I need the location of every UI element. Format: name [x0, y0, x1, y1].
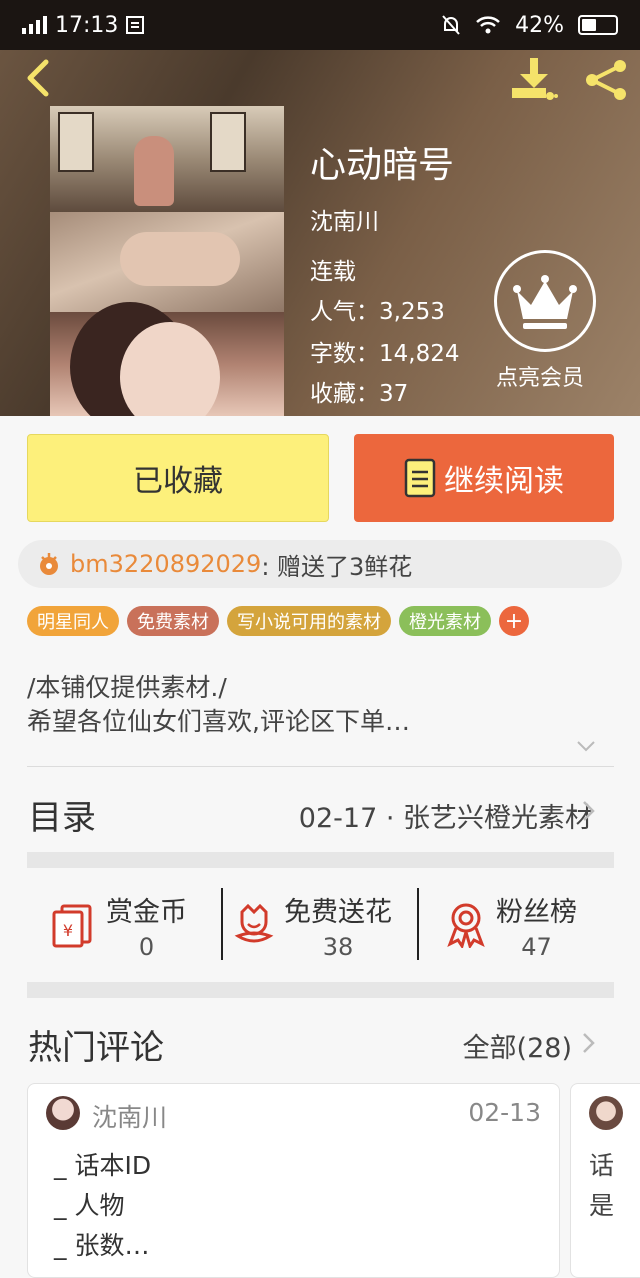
chevron-right-icon[interactable]: [582, 800, 596, 822]
mute-icon: [442, 15, 460, 35]
free-flower-value: 38: [322, 932, 354, 961]
battery-percent: 42%: [515, 12, 564, 38]
book-cover[interactable]: [50, 106, 284, 416]
comment-line: _ 人物: [54, 1191, 125, 1220]
stat-divider: [417, 888, 419, 960]
wifi-icon: [476, 16, 500, 34]
divider: [27, 766, 614, 767]
continue-reading-button[interactable]: 继续阅读: [354, 434, 614, 522]
book-icon: [404, 458, 436, 498]
popularity-stat: 人气：3,253: [310, 299, 445, 325]
status-bar: 17:13 42%: [0, 0, 640, 50]
continue-reading-label: 继续阅读: [444, 464, 564, 499]
all-comments-link[interactable]: 全部(28): [463, 1026, 572, 1065]
section-separator: [27, 982, 614, 998]
comment-date: 02-13: [468, 1098, 541, 1127]
favorites-stat: 收藏：37: [310, 381, 409, 407]
vip-label[interactable]: 点亮会员: [496, 360, 584, 392]
comment-line: _ 话本ID: [54, 1151, 152, 1180]
book-author[interactable]: 沈南川: [310, 202, 379, 236]
cover-panel-portrait: [50, 312, 284, 416]
comment-username[interactable]: 沈南川: [92, 1098, 167, 1134]
vip-button[interactable]: [494, 250, 596, 352]
toc-label[interactable]: 目录: [28, 790, 96, 839]
cover-panel-room: [50, 106, 284, 212]
fans-rank-value: 47: [521, 932, 552, 961]
flower-gift-icon: [40, 553, 58, 575]
comment-card[interactable]: 话 是: [570, 1083, 640, 1278]
reward-coin-value: 0: [138, 932, 155, 961]
notification-icon: [126, 16, 145, 34]
avatar[interactable]: [46, 1096, 80, 1130]
expand-chevron-icon[interactable]: [576, 740, 596, 754]
signal-icon: [22, 16, 47, 34]
comment-card[interactable]: 沈南川 02-13 _ 话本ID _ 人物 _ 张数…: [27, 1083, 560, 1278]
tag-item[interactable]: 免费素材: [127, 606, 219, 636]
collected-button[interactable]: 已收藏: [27, 434, 329, 522]
avatar[interactable]: [589, 1096, 623, 1130]
stat-divider: [221, 888, 223, 960]
tag-item[interactable]: 明星同人: [27, 606, 119, 636]
comment-line: 话: [589, 1151, 615, 1180]
crown-icon: [513, 275, 577, 329]
free-flower-stat[interactable]: 免费送花 38: [234, 890, 392, 961]
description-line-1: /本铺仅提供素材./: [27, 673, 227, 702]
gift-username[interactable]: bm3220892029: [70, 550, 261, 578]
svg-text:¥: ¥: [63, 921, 73, 940]
fans-rank-stat[interactable]: 粉丝榜 47: [446, 890, 577, 961]
section-separator: [27, 852, 614, 868]
tag-list: 明星同人 免费素材 写小说可用的素材 橙光素材 +: [27, 606, 529, 636]
medal-icon: [447, 903, 485, 948]
battery-icon: [578, 15, 618, 35]
flower-icon: [234, 903, 274, 943]
word-count-stat: 字数：14,824: [310, 341, 460, 367]
back-button[interactable]: [20, 58, 54, 98]
toc-latest-chapter[interactable]: 02-17 · 张艺兴橙光素材: [299, 796, 592, 835]
hot-comments-title: 热门评论: [28, 1028, 164, 1068]
comment-line: 是: [589, 1191, 615, 1220]
tag-item[interactable]: 写小说可用的素材: [227, 606, 391, 636]
book-title: 心动暗号: [310, 145, 455, 186]
tag-item[interactable]: 橙光素材: [399, 606, 491, 636]
add-tag-icon[interactable]: +: [499, 606, 529, 636]
gift-message: : 赠送了3鲜花: [261, 552, 413, 581]
description-line-2: 希望各位仙女们喜欢,评论区下单…: [27, 707, 410, 736]
book-header: 心动暗号 沈南川 连载 人气：3,253 字数：14,824 收藏：37 点亮会…: [0, 50, 640, 416]
book-status: 连载: [310, 259, 356, 285]
comment-line: _ 张数…: [54, 1231, 150, 1260]
cover-panel-hands: [50, 212, 284, 312]
reward-coin-stat[interactable]: ¥ 赏金币 0: [50, 890, 187, 961]
share-icon[interactable]: [582, 58, 630, 102]
red-envelope-icon: ¥: [52, 904, 92, 948]
chevron-right-icon[interactable]: [582, 1032, 596, 1054]
status-time: 17:13: [55, 12, 119, 38]
gift-notice[interactable]: bm3220892029 : 赠送了3鲜花: [18, 540, 622, 588]
download-icon[interactable]: [510, 56, 558, 102]
